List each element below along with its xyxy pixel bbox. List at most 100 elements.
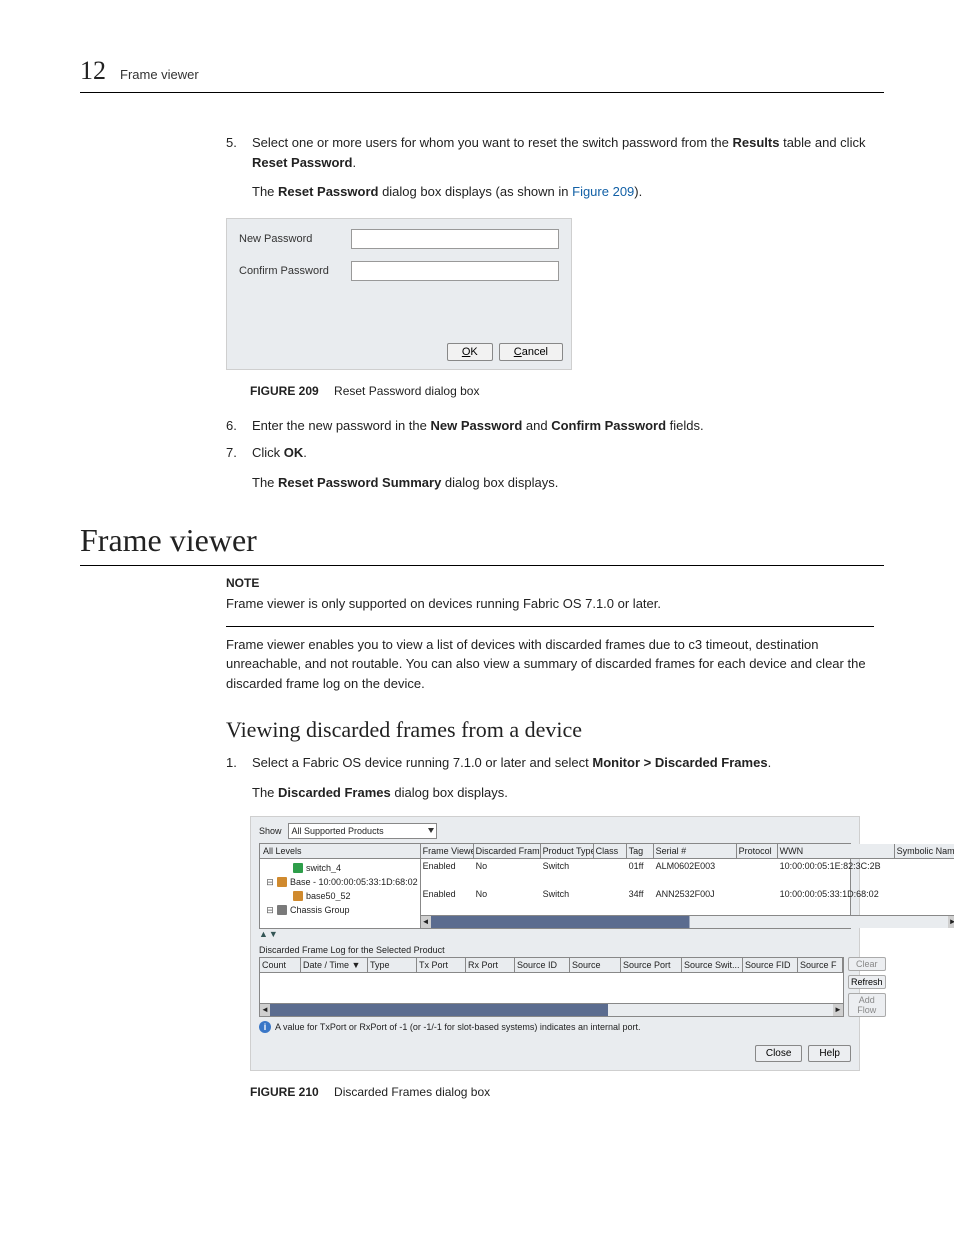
horizontal-scrollbar[interactable]: ◄ ► <box>421 915 954 928</box>
step-6: 6. Enter the new password in the New Pas… <box>226 416 874 436</box>
add-flow-button[interactable]: Add Flow <box>848 993 886 1017</box>
table-row[interactable]: EnabledNoSwitch34ffANN2532F00J10:00:00:0… <box>421 887 954 901</box>
table-cell: Enabled <box>421 859 474 873</box>
table-cell <box>654 873 737 887</box>
column-header[interactable]: Tx Port <box>417 958 466 972</box>
table-cell <box>778 901 895 915</box>
menu-path: Monitor > Discarded Frames <box>592 755 767 770</box>
device-tree: All Levels switch_4 ⊟ Base - 10:00:00:05:3… <box>260 844 421 928</box>
tree-header: All Levels <box>260 844 420 859</box>
tree-twisty-icon[interactable]: ⊟ <box>266 905 274 916</box>
column-header[interactable]: Source ID <box>515 958 570 972</box>
scroll-left-icon[interactable]: ◄ <box>421 916 431 928</box>
column-header[interactable]: Serial # <box>654 844 737 858</box>
tree-row[interactable]: ⊟ Chassis Group <box>262 903 418 917</box>
figure-210-caption: FIGURE 210 Discarded Frames dialog box <box>250 1085 874 1099</box>
column-header[interactable]: Source Port <box>621 958 682 972</box>
column-header[interactable]: Type <box>368 958 417 972</box>
grp-icon <box>277 905 287 915</box>
sort-arrows[interactable]: ▲▼ <box>259 929 851 939</box>
text: . <box>303 445 307 460</box>
step-7: 7. Click OK. The Reset Password Summary … <box>226 443 874 492</box>
scroll-right-icon[interactable]: ► <box>833 1004 843 1016</box>
text: dialog box displays (as shown in <box>378 184 572 199</box>
clear-button[interactable]: Clear <box>848 957 886 971</box>
table-cell: 34ff <box>627 887 654 901</box>
figure-link[interactable]: Figure 209 <box>572 184 634 199</box>
table-row[interactable]: EnabledNoSwitch01ffALM0602E00310:00:00:0… <box>421 859 954 873</box>
tree-label: Base - 10:00:00:05:33:1D:68:02 <box>290 877 418 887</box>
column-header[interactable]: Source FID <box>743 958 798 972</box>
text: The <box>252 475 278 490</box>
upper-grid: All Levels switch_4 ⊟ Base - 10:00:00:05:3… <box>259 843 851 929</box>
table-cell: ANN2532F00J <box>654 887 737 901</box>
table-cell <box>421 901 474 915</box>
table-cell: 10:00:00:05:1E:82:3C:2B <box>778 859 895 873</box>
table-cell: Switch <box>541 887 594 901</box>
text: fields. <box>666 418 704 433</box>
bold-text: OK <box>284 445 304 460</box>
table-cell <box>778 873 895 887</box>
scroll-left-icon[interactable]: ◄ <box>260 1004 270 1016</box>
tree-label: Chassis Group <box>290 905 418 915</box>
table-cell <box>895 887 954 901</box>
column-header[interactable]: Rx Port <box>466 958 515 972</box>
column-header[interactable]: Source F <box>798 958 843 972</box>
figure-209-caption: FIGURE 209 Reset Password dialog box <box>250 384 874 398</box>
column-header[interactable]: Count <box>260 958 301 972</box>
table-cell <box>737 901 778 915</box>
reset-password-dialog: New Password Confirm Password OK Cancel <box>226 218 572 370</box>
close-button[interactable]: Close <box>755 1045 803 1062</box>
column-header[interactable]: Frame Viewer <box>421 844 474 858</box>
table-row[interactable] <box>421 873 954 887</box>
help-button[interactable]: Help <box>808 1045 851 1062</box>
column-header[interactable]: Class <box>594 844 627 858</box>
show-dropdown[interactable]: All Supported Products <box>288 823 437 839</box>
column-header[interactable]: Tag <box>627 844 654 858</box>
table-cell <box>474 873 541 887</box>
table-row[interactable] <box>421 901 954 915</box>
text: dialog box displays. <box>391 785 508 800</box>
text: Select one or more users for whom you wa… <box>252 135 733 150</box>
ok-button[interactable]: OK <box>447 343 493 361</box>
column-header[interactable]: Discarded Frames <box>474 844 541 858</box>
text: table and click <box>779 135 865 150</box>
column-header[interactable]: Date / Time ▼ <box>301 958 368 972</box>
note-block: NOTE Frame viewer is only supported on d… <box>226 576 874 614</box>
column-header[interactable]: Protocol <box>737 844 778 858</box>
confirm-password-input[interactable] <box>351 261 559 281</box>
column-header[interactable]: Source Swit... <box>682 958 743 972</box>
refresh-button[interactable]: Refresh <box>848 975 886 989</box>
tree-row[interactable]: switch_4 <box>262 861 418 875</box>
scroll-right-icon[interactable]: ► <box>948 916 954 928</box>
cancel-button[interactable]: Cancel <box>499 343 563 361</box>
show-label: Show <box>259 826 282 836</box>
lower-table: CountDate / Time ▼TypeTx PortRx PortSour… <box>259 957 844 1017</box>
tree-row[interactable]: ⊟ Base - 10:00:00:05:33:1D:68:02 <box>262 875 418 889</box>
table-cell: Switch <box>541 859 594 873</box>
table-cell <box>737 859 778 873</box>
info-icon: i <box>259 1021 271 1033</box>
table-cell: 01ff <box>627 859 654 873</box>
step-number: 7. <box>226 443 252 492</box>
info-bar: i A value for TxPort or RxPort of -1 (or… <box>259 1021 851 1033</box>
column-header[interactable]: Symbolic Nam <box>895 844 954 858</box>
table-cell <box>627 901 654 915</box>
table-cell <box>895 873 954 887</box>
tree-row[interactable]: base50_52 <box>262 889 418 903</box>
column-header[interactable]: WWN <box>778 844 895 858</box>
horizontal-scrollbar[interactable]: ◄ ► <box>260 1003 843 1016</box>
new-password-input[interactable] <box>351 229 559 249</box>
column-header[interactable]: Product Type <box>541 844 594 858</box>
column-header[interactable]: Source <box>570 958 621 972</box>
tree-twisty-icon[interactable]: ⊟ <box>266 877 274 888</box>
table-cell: Enabled <box>421 887 474 901</box>
table-cell <box>474 901 541 915</box>
host-icon <box>277 877 287 887</box>
text: and <box>522 418 551 433</box>
table-cell <box>421 873 474 887</box>
step-1: 1. Select a Fabric OS device running 7.1… <box>226 753 874 802</box>
figure-caption-text: Discarded Frames dialog box <box>334 1085 490 1099</box>
upper-table: Frame ViewerDiscarded FramesProduct Type… <box>421 844 954 928</box>
bold-text: Discarded Frames <box>278 785 391 800</box>
